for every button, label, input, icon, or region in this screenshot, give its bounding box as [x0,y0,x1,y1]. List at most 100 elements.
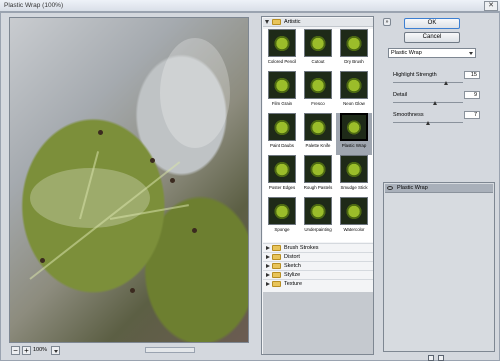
param-label: Highlight Strength [393,72,437,78]
thumb-label: Poster Edges [268,185,296,190]
slider-track[interactable] [393,82,463,83]
thumb-dry-brush[interactable]: Dry Brush [336,29,372,71]
settings-panel: » OK Cancel Plastic Wrap Highlight Stren… [378,16,498,361]
toggle-gallery-button[interactable]: » [383,18,391,26]
leaf-spot [130,288,135,293]
thumb-label: Underpainting [304,227,332,232]
category-sketch[interactable]: Sketch [263,261,373,270]
param-detail: Detail 9 [393,91,480,110]
folder-icon [272,272,281,278]
leaf-spot [150,158,155,163]
thumbnail-grid: Colored Pencil Cutout Dry Brush Film Gra… [263,29,373,242]
filter-thumbnail [340,155,368,183]
folder-icon [272,19,281,25]
category-distort[interactable]: Distort [263,252,373,261]
filter-thumbnail [268,197,296,225]
zoom-in-button[interactable]: + [22,346,31,355]
highlight-sheen [160,38,230,148]
param-value-input[interactable]: 15 [464,71,480,79]
param-value-input[interactable]: 7 [464,111,480,119]
leaf-spot [98,130,103,135]
collapse-arrow-icon [266,264,270,268]
collapse-arrow-icon [266,255,270,259]
slider-track[interactable] [393,102,463,103]
category-stylize[interactable]: Stylize [263,270,373,279]
thumb-paint-daubs[interactable]: Paint Daubs [264,113,300,155]
zoom-out-button[interactable]: − [11,346,20,355]
folder-icon [272,263,281,269]
thumb-fresco[interactable]: Fresco [300,71,336,113]
param-label: Smoothness [393,112,424,118]
category-artistic[interactable]: Artistic [263,18,373,27]
slider-knob[interactable] [426,121,430,125]
thumb-plastic-wrap[interactable]: Plastic Wrap [336,113,372,155]
category-label: Texture [284,281,303,287]
filter-thumbnail [304,197,332,225]
thumb-rough-pastels[interactable]: Rough Pastels [300,155,336,197]
filter-thumbnail [340,71,368,99]
expand-arrow-icon [265,20,269,24]
leaf-spot [40,258,45,263]
folder-icon [272,245,281,251]
thumb-film-grain[interactable]: Film Grain [264,71,300,113]
thumb-sponge[interactable]: Sponge [264,197,300,239]
zoom-dropdown[interactable] [51,346,60,355]
thumb-label: Film Grain [271,101,293,106]
thumb-label: Paint Daubs [270,143,294,148]
new-effect-layer-icon[interactable] [428,355,434,361]
thumb-smudge-stick[interactable]: Smudge Stick [336,155,372,197]
ok-button[interactable]: OK [404,18,460,29]
thumb-colored-pencil[interactable]: Colored Pencil [264,29,300,71]
thumb-label: Cutout [311,59,325,64]
collapse-arrow-icon [266,273,270,277]
thumb-label: Smudge Stick [340,185,368,190]
filter-thumbnail [304,155,332,183]
collapse-arrow-icon [266,246,270,250]
category-label: Stylize [284,272,301,278]
thumb-cutout[interactable]: Cutout [300,29,336,71]
filter-thumbnail [268,155,296,183]
collapse-arrow-icon [266,282,270,286]
slider-knob[interactable] [443,81,448,85]
title-bar: Plastic Wrap (100%) ✕ [0,0,500,12]
filter-thumbnail [268,71,296,99]
category-label: Sketch [284,263,301,269]
thumb-label: Colored Pencil [267,59,297,64]
thumb-label: Plastic Wrap [341,143,367,148]
status-bar: − + 100% [5,345,253,357]
category-brush-strokes[interactable]: Brush Strokes [263,243,373,252]
layer-buttons [428,355,458,361]
preview-scrollbar[interactable] [145,347,195,353]
close-button[interactable]: ✕ [484,1,498,11]
thumb-watercolor[interactable]: Watercolor [336,197,372,239]
eye-icon[interactable] [387,186,393,190]
leaf-spot [192,228,197,233]
leaf-spot [170,178,175,183]
zoom-level: 100% [33,347,48,353]
thumb-label: Rough Pastels [303,185,333,190]
thumb-label: Watercolor [343,227,365,232]
filter-gallery: Artistic Colored Pencil Cutout Dry Brush… [261,16,374,355]
filter-thumbnail [340,113,368,141]
delete-layer-icon[interactable] [438,355,444,361]
gallery-empty-area [263,292,373,354]
thumb-label: Sponge [274,227,290,232]
preview-image[interactable] [9,17,249,343]
category-texture[interactable]: Texture [263,279,373,288]
cancel-button[interactable]: Cancel [404,32,460,43]
thumb-neon-glow[interactable]: Neon Glow [336,71,372,113]
filter-select[interactable]: Plastic Wrap [388,48,476,58]
filter-thumbnail [304,29,332,57]
thumb-underpainting[interactable]: Underpainting [300,197,336,239]
filter-thumbnail [304,113,332,141]
slider-knob[interactable] [433,101,437,105]
filter-thumbnail [268,113,296,141]
thumb-poster-edges[interactable]: Poster Edges [264,155,300,197]
thumb-label: Dry Brush [344,59,364,64]
thumb-palette-knife[interactable]: Palette Knife [300,113,336,155]
param-value-input[interactable]: 9 [464,91,480,99]
category-label: Brush Strokes [284,245,319,251]
effect-layers-panel: Plastic Wrap [383,182,495,352]
thumb-label: Neon Glow [343,101,365,106]
effect-layer-row[interactable]: Plastic Wrap [385,184,493,193]
